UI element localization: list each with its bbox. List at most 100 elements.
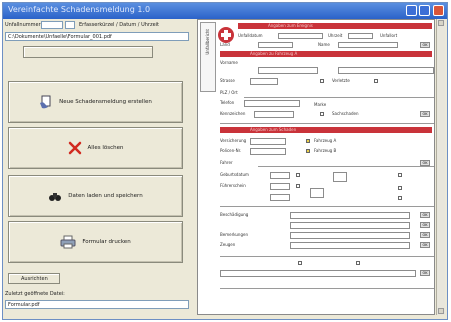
- section-bar-3-label: Angaben zum Schaden: [250, 127, 297, 132]
- label-remarks: Bemerkungen: [220, 232, 249, 237]
- minimize-button[interactable]: [406, 5, 417, 16]
- last-file-field[interactable]: Formular.pdf: [5, 300, 189, 309]
- label-driver: Fahrer: [220, 160, 233, 165]
- section-bar-3: Angaben zum Schaden: [220, 127, 432, 133]
- control-panel: Unfallnummer: Erfasserkürzel / Datum / U…: [3, 19, 191, 315]
- label-license: Führerschein: [220, 183, 246, 188]
- label-country: Land: [220, 42, 230, 47]
- label-name: Name: [318, 42, 330, 47]
- date-field[interactable]: [278, 33, 323, 39]
- checkbox-1-label: Verletzte: [332, 78, 350, 83]
- red-x-icon: [68, 141, 81, 155]
- time-field[interactable]: [348, 33, 373, 39]
- new-report-label: Neue Schadensmeldung erstellen: [59, 99, 152, 105]
- street-field[interactable]: [250, 78, 278, 85]
- country-field[interactable]: [258, 42, 293, 48]
- browse-button[interactable]: [23, 46, 153, 58]
- label-zip-city: PLZ / Ort: [220, 90, 238, 95]
- mini-button-8[interactable]: OK: [420, 270, 430, 276]
- section-bar-2: Angaben zu Fahrzeug A: [220, 51, 432, 57]
- maximize-button[interactable]: [419, 5, 430, 16]
- mini-button-6[interactable]: OK: [420, 232, 430, 238]
- printer-icon: [60, 235, 76, 249]
- line-6: [220, 288, 434, 289]
- header-bar-label: Angaben zum Ereignis: [268, 23, 313, 28]
- field-row-a[interactable]: [338, 67, 434, 74]
- clear-all-label: Alles löschen: [87, 145, 124, 151]
- new-report-button[interactable]: Neue Schadensmeldung erstellen: [8, 81, 183, 123]
- checkbox-5-label: Fahrzeug B: [314, 148, 337, 153]
- insurance-field[interactable]: [250, 138, 286, 145]
- scroll-up-arrow[interactable]: [438, 20, 444, 26]
- checkbox-12[interactable]: [356, 261, 360, 265]
- license-field-2[interactable]: [270, 194, 290, 201]
- signature-field[interactable]: [220, 270, 416, 277]
- plate-field[interactable]: [254, 111, 294, 118]
- label-street: Strasse: [220, 78, 235, 83]
- recorder-label: Erfasserkürzel / Datum / Uhrzeit: [79, 22, 160, 28]
- close-button[interactable]: [433, 5, 444, 16]
- birthdate-field[interactable]: [270, 172, 290, 179]
- checkbox-4-label: Fahrzeug A: [314, 138, 337, 143]
- line-4: [220, 206, 434, 207]
- label-policy: Policen-Nr.: [220, 148, 242, 153]
- firstname-field[interactable]: [258, 67, 318, 74]
- checkbox-4[interactable]: [306, 139, 310, 143]
- print-button[interactable]: Formular drucken: [8, 221, 183, 263]
- clear-all-button[interactable]: Alles löschen: [8, 127, 183, 169]
- mini-button-7[interactable]: OK: [420, 242, 430, 248]
- witnesses-field[interactable]: [290, 242, 410, 249]
- label-damage: Beschädigung: [220, 212, 249, 217]
- name-field[interactable]: [338, 42, 398, 48]
- checkbox-8[interactable]: [296, 184, 300, 188]
- form-preview: Unfallbericht Angaben zum Ereignis Unfal…: [197, 19, 435, 315]
- print-label: Formular drucken: [82, 239, 131, 245]
- mini-button-2[interactable]: OK: [420, 111, 430, 117]
- license-field[interactable]: [270, 183, 290, 190]
- side-tab-label: Unfallbericht: [205, 29, 210, 55]
- align-button-label: Ausrichten: [21, 276, 48, 282]
- scroll-down-arrow[interactable]: [438, 308, 444, 314]
- mini-button-1[interactable]: OK: [420, 42, 430, 48]
- form-scrollbar[interactable]: [436, 19, 445, 315]
- line-5: [220, 256, 434, 257]
- line-2: [220, 123, 434, 124]
- remarks-field[interactable]: [290, 232, 410, 239]
- mini-button-4[interactable]: OK: [420, 212, 430, 218]
- load-save-label: Daten laden und speichern: [68, 193, 143, 199]
- checkbox-9[interactable]: [398, 186, 402, 190]
- damage-field-2[interactable]: [290, 222, 410, 229]
- align-button[interactable]: Ausrichten: [8, 273, 60, 284]
- checkbox-2[interactable]: [374, 79, 378, 83]
- load-save-button[interactable]: Daten laden und speichern: [8, 175, 183, 217]
- title-bar[interactable]: Vereinfachte Schadensmeldung 1.0: [3, 3, 447, 19]
- mini-button-3[interactable]: OK: [420, 160, 430, 166]
- checkbox-6[interactable]: [296, 173, 300, 177]
- checkbox-7[interactable]: [398, 173, 402, 177]
- sketch-box-1[interactable]: [333, 172, 347, 182]
- file-path-value: C:\Dokumente\Unfaelle\Formular_001.pdf: [8, 34, 112, 40]
- checkbox-5[interactable]: [306, 149, 310, 153]
- last-file-label: Zuletzt geöffnete Datei:: [5, 291, 65, 297]
- checkbox-3[interactable]: [320, 112, 324, 116]
- phone-field[interactable]: [244, 100, 300, 107]
- sketch-box-2[interactable]: [310, 188, 324, 198]
- mini-button-5[interactable]: OK: [420, 222, 430, 228]
- last-file-value: Formular.pdf: [8, 302, 40, 308]
- label-date: Unfalldatum: [238, 33, 263, 38]
- case-number-field[interactable]: [41, 21, 63, 29]
- label-plate: Kennzeichen: [220, 111, 246, 116]
- binoculars-icon: [49, 193, 62, 201]
- checkbox-1[interactable]: [320, 79, 324, 83]
- checkbox-10[interactable]: [398, 196, 402, 200]
- label-firstname: Vorname: [220, 60, 238, 65]
- file-path-field[interactable]: C:\Dokumente\Unfaelle\Formular_001.pdf: [5, 32, 189, 41]
- hand-form-icon: [40, 95, 51, 109]
- case-number-spinner[interactable]: [65, 21, 75, 29]
- checkbox-3-label: Sachschaden: [332, 111, 359, 116]
- label-birthdate: Geburtsdatum: [220, 172, 249, 177]
- section-bar-2-label: Angaben zu Fahrzeug A: [250, 51, 298, 56]
- checkbox-11[interactable]: [298, 261, 302, 265]
- policy-field[interactable]: [250, 148, 286, 155]
- damage-field[interactable]: [290, 212, 410, 219]
